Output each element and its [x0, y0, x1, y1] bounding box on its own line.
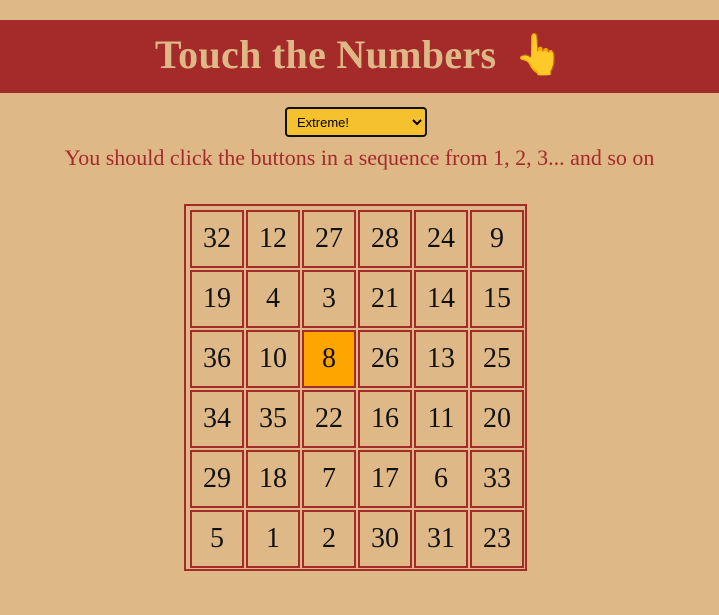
number-button-36[interactable]: 36 — [190, 330, 244, 388]
number-button-27[interactable]: 27 — [302, 210, 356, 268]
level-select-container: Extreme! — [285, 107, 427, 137]
number-grid: 32 12 27 28 24 9 19 4 3 21 14 15 36 10 8 26 13 25 34 35 22 16… — [184, 204, 527, 571]
instructions-text: You should click the buttons in a sequen… — [64, 145, 655, 170]
number-button-29[interactable]: 29 — [190, 450, 244, 508]
number-button-8[interactable]: 8 — [302, 330, 356, 388]
number-button-11[interactable]: 11 — [414, 390, 468, 448]
level-select[interactable]: Extreme! — [285, 107, 427, 137]
number-button-17[interactable]: 17 — [358, 450, 412, 508]
number-button-15[interactable]: 15 — [470, 270, 524, 328]
number-button-7[interactable]: 7 — [302, 450, 356, 508]
number-button-12[interactable]: 12 — [246, 210, 300, 268]
number-button-2[interactable]: 2 — [302, 510, 356, 568]
number-button-6[interactable]: 6 — [414, 450, 468, 508]
page-title: Touch the Numbers — [154, 32, 497, 77]
number-button-30[interactable]: 30 — [358, 510, 412, 568]
number-button-13[interactable]: 13 — [414, 330, 468, 388]
number-button-16[interactable]: 16 — [358, 390, 412, 448]
number-button-3[interactable]: 3 — [302, 270, 356, 328]
number-button-20[interactable]: 20 — [470, 390, 524, 448]
number-button-34[interactable]: 34 — [190, 390, 244, 448]
number-button-28[interactable]: 28 — [358, 210, 412, 268]
number-button-31[interactable]: 31 — [414, 510, 468, 568]
number-button-14[interactable]: 14 — [414, 270, 468, 328]
number-button-24[interactable]: 24 — [414, 210, 468, 268]
number-button-5[interactable]: 5 — [190, 510, 244, 568]
header-bar: Touch the Numbers 👆 — [0, 20, 719, 93]
pointing-hand-icon: 👆 — [514, 32, 565, 77]
number-button-32[interactable]: 32 — [190, 210, 244, 268]
number-button-9[interactable]: 9 — [470, 210, 524, 268]
number-button-1[interactable]: 1 — [246, 510, 300, 568]
number-button-4[interactable]: 4 — [246, 270, 300, 328]
number-button-19[interactable]: 19 — [190, 270, 244, 328]
number-button-26[interactable]: 26 — [358, 330, 412, 388]
grid-cells: 32 12 27 28 24 9 19 4 3 21 14 15 36 10 8 26 13 25 34 35 22 16… — [186, 206, 525, 569]
number-button-35[interactable]: 35 — [246, 390, 300, 448]
number-button-18[interactable]: 18 — [246, 450, 300, 508]
number-button-22[interactable]: 22 — [302, 390, 356, 448]
number-button-21[interactable]: 21 — [358, 270, 412, 328]
number-button-23[interactable]: 23 — [470, 510, 524, 568]
number-button-25[interactable]: 25 — [470, 330, 524, 388]
number-button-33[interactable]: 33 — [470, 450, 524, 508]
number-button-10[interactable]: 10 — [246, 330, 300, 388]
